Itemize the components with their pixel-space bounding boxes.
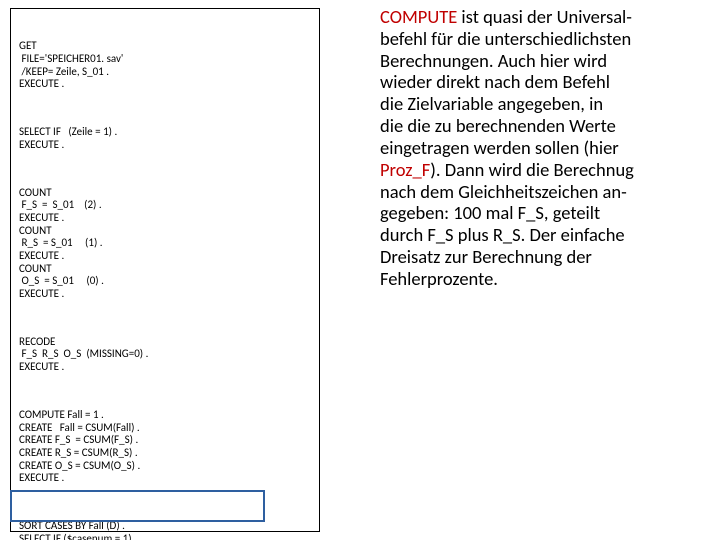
slide: GET FILE='SPEICHER01. sav' /KEEP= Zeile,…	[0, 0, 720, 540]
code-block-sort: SORT CASES BY Fall (D) . SELECT IF ($cas…	[19, 520, 311, 540]
code-box: GET FILE='SPEICHER01. sav' /KEEP= Zeile,…	[10, 8, 320, 532]
code-block-recode: RECODE F_S R_S O_S (MISSING=0) . EXECUTE…	[19, 336, 311, 374]
description-text: COMPUTE ist quasi der Universal- befehl …	[380, 6, 718, 290]
keyword-compute: COMPUTE	[380, 5, 457, 28]
keyword-proz-f: Proz_F	[380, 158, 430, 181]
desc-part-1: ist quasi der Universal- befehl für die …	[380, 5, 632, 159]
code-block-compute-create: COMPUTE Fall = 1 . CREATE Fall = CSUM(Fa…	[19, 409, 311, 485]
code-block-select: SELECT IF (Zeile = 1) . EXECUTE .	[19, 126, 311, 151]
code-block-get: GET FILE='SPEICHER01. sav' /KEEP= Zeile,…	[19, 40, 311, 91]
code-block-count: COUNT F_S = S_01 (2) . EXECUTE . COUNT R…	[19, 187, 311, 301]
